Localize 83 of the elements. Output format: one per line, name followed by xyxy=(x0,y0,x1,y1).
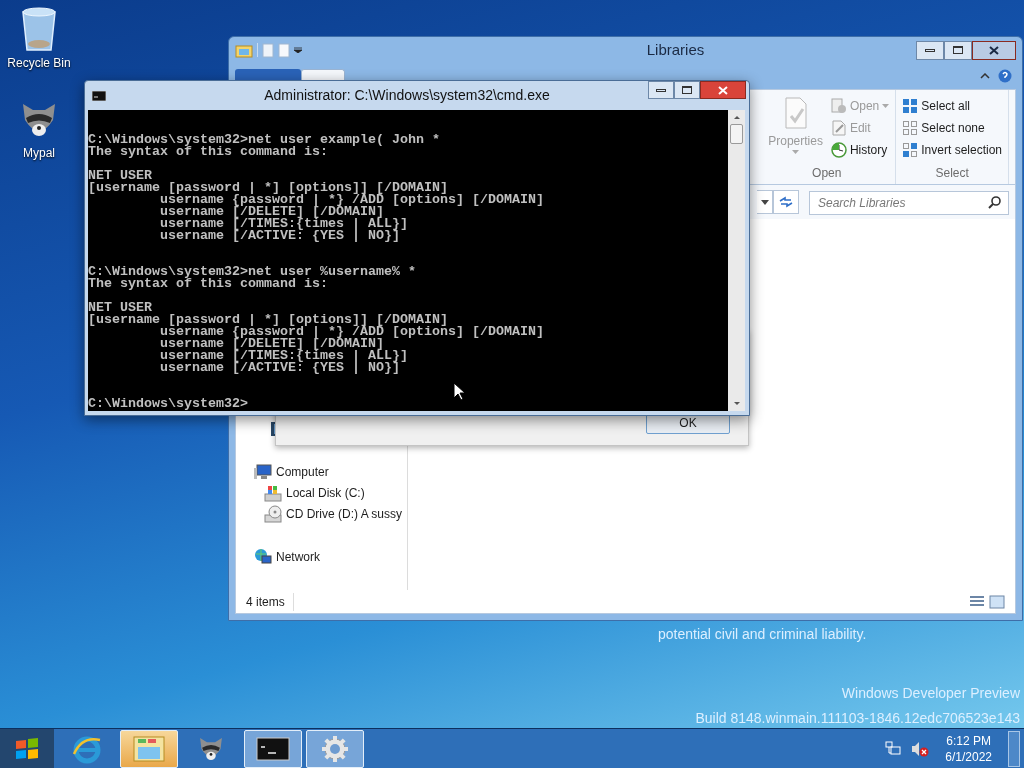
search-icon xyxy=(988,196,1001,209)
desktop-notice: Build 8148.winmain.111103-1846.12edc706523e143 xyxy=(695,709,1020,728)
show-desktop-button[interactable] xyxy=(1008,730,1020,767)
windows-logo-icon xyxy=(14,736,40,761)
caret-icon xyxy=(760,199,769,205)
trash-bin-icon xyxy=(19,6,59,52)
minimize-button[interactable] xyxy=(916,40,944,60)
console-icon xyxy=(256,736,290,761)
console-line: NET USER xyxy=(88,302,152,314)
caret-icon xyxy=(882,104,890,108)
console-line: username [/ACTIVE: {YES | NO}] xyxy=(158,362,400,374)
ribbon-button[interactable]: Select none xyxy=(902,117,1002,139)
console-line: C:\Windows\system32>net user %username% * xyxy=(88,266,416,278)
speaker-muted-icon xyxy=(911,740,930,757)
folder-icon xyxy=(235,42,253,58)
window-title: Administrator: C:\Windows\system32\cmd.exe xyxy=(263,86,551,105)
scroll-thumb[interactable] xyxy=(730,124,743,144)
refresh-button[interactable] xyxy=(773,190,799,214)
folder-icon xyxy=(132,733,166,764)
mouse-pointer-icon xyxy=(453,382,465,401)
grid-icon xyxy=(902,98,919,114)
desktop-notice: Windows Developer Preview xyxy=(841,684,1020,703)
console-icon xyxy=(92,90,106,101)
ribbon-button[interactable]: Select all xyxy=(902,95,1002,117)
help-icon xyxy=(998,69,1012,83)
console-line: username [/TIMES:{times | ALL}] xyxy=(158,350,408,362)
status-text: 4 items xyxy=(246,592,294,611)
search-field[interactable]: Search Libraries xyxy=(809,191,1009,215)
desktop-notice: potential civil and criminal liability. xyxy=(657,625,867,644)
maximize-button[interactable] xyxy=(944,40,972,60)
gear-icon xyxy=(320,733,350,764)
console-line: The syntax of this command is: xyxy=(88,146,328,158)
disk-drive-icon xyxy=(264,483,282,502)
start-button[interactable] xyxy=(0,728,54,768)
clock-time: 6:12 PM xyxy=(946,732,991,749)
pencil-page-icon xyxy=(830,120,847,136)
console-line: [username [password | *] [options]] [/DOMAIN] xyxy=(88,182,448,194)
grid-icon xyxy=(902,142,919,158)
maximize-button[interactable] xyxy=(674,81,700,99)
console-line: username {password | *} /ADD [options] [/DOMAIN] xyxy=(159,194,544,206)
console-line: username [/TIMES:{times | ALL}] xyxy=(158,218,408,230)
nav-item[interactable]: Local Disk (C:) xyxy=(254,482,407,503)
console-line: The syntax of this command is: xyxy=(88,278,328,290)
open-icon xyxy=(830,98,847,114)
close-button[interactable] xyxy=(700,81,746,99)
console-line: username {password | *} /ADD [options] [/DOMAIN] xyxy=(159,326,544,338)
scrollbar[interactable] xyxy=(728,110,745,411)
page-icon xyxy=(278,42,290,58)
history-dropdown-button[interactable] xyxy=(757,190,773,214)
console-line: NET USER xyxy=(88,170,152,182)
window-title: Libraries xyxy=(645,39,706,60)
monitor-icon xyxy=(254,463,272,480)
minimize-button[interactable] xyxy=(648,81,674,99)
list-view-icon xyxy=(969,594,985,609)
clock-icon xyxy=(830,142,847,158)
caret-icon xyxy=(792,150,800,154)
close-icon xyxy=(989,45,999,55)
network-icon xyxy=(885,740,902,757)
console-line: C:\Windows\system32>net user example( John * xyxy=(88,134,440,146)
group-label: Open xyxy=(812,165,842,182)
nav-item[interactable]: CD Drive (D:) A sussy xyxy=(254,503,407,524)
cd-drive-icon xyxy=(264,504,282,523)
console-line: C:\Windows\system32> xyxy=(88,398,248,410)
caret-icon xyxy=(294,47,302,53)
page-icon xyxy=(262,42,274,58)
close-button[interactable] xyxy=(972,40,1016,60)
thumbnail-view-icon xyxy=(989,594,1005,609)
refresh-icon xyxy=(779,196,793,208)
close-icon xyxy=(718,85,728,95)
ribbon-button[interactable]: Invert selection xyxy=(902,139,1002,161)
globe-monitor-icon xyxy=(254,547,272,566)
taskbar-button[interactable] xyxy=(244,729,302,768)
nav-item[interactable]: Network xyxy=(254,546,407,567)
grid-icon xyxy=(902,120,919,136)
console-line: username [/DELETE] [/DOMAIN] xyxy=(158,206,384,218)
clock-date: 6/1/2022 xyxy=(945,748,992,765)
caret-up-icon xyxy=(980,73,990,79)
group-label: Select xyxy=(935,165,969,182)
console-line: [username [password | *] [options]] [/DOMAIN] xyxy=(88,314,448,326)
ribbon-button[interactable]: History xyxy=(830,139,890,161)
console-line: username [/ACTIVE: {YES | NO}] xyxy=(158,230,400,242)
console-line: username [/DELETE] [/DOMAIN] xyxy=(158,338,384,350)
nav-item[interactable]: Computer xyxy=(254,461,407,482)
